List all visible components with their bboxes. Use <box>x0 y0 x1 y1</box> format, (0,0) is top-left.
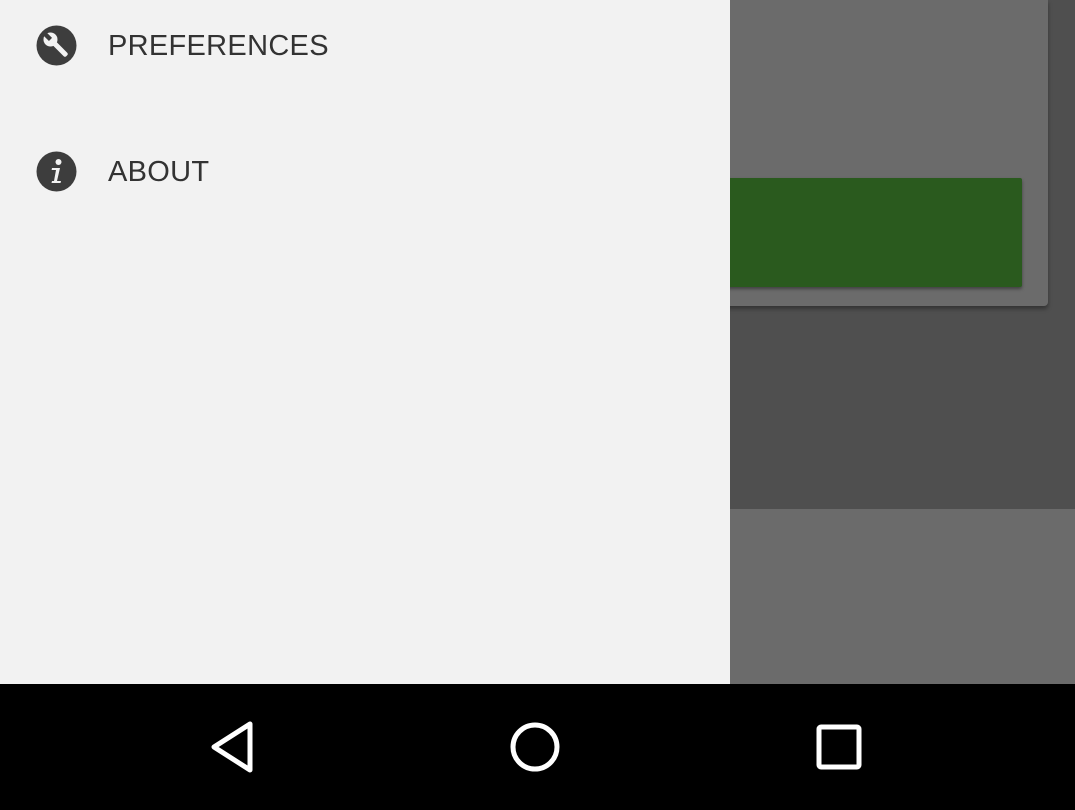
drawer-item-label: PREFERENCES <box>108 30 329 62</box>
navigation-drawer: PREFERENCES ABOUT <box>0 0 730 684</box>
preferences-wrench-icon <box>36 25 77 66</box>
recents-square-icon <box>816 724 862 770</box>
drawer-item-preferences[interactable]: PREFERENCES <box>0 0 730 94</box>
info-icon <box>36 151 77 192</box>
home-button[interactable] <box>490 704 580 790</box>
recents-button[interactable] <box>794 704 884 790</box>
back-triangle-icon <box>211 721 253 773</box>
drawer-item-about[interactable]: ABOUT <box>0 124 730 220</box>
screen: PREFERENCES ABOUT <box>0 0 1075 810</box>
system-navigation-bar <box>0 684 1075 810</box>
drawer-item-label: ABOUT <box>108 156 210 188</box>
home-circle-icon <box>510 722 560 772</box>
back-button[interactable] <box>188 704 278 790</box>
